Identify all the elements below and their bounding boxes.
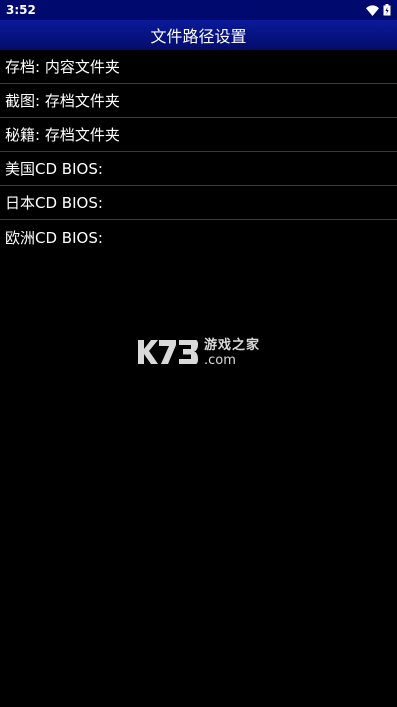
list-item-label: 秘籍: 存档文件夹: [5, 126, 120, 144]
list-item-screenshot-path[interactable]: 截图: 存档文件夹: [0, 84, 397, 118]
settings-list: 存档: 内容文件夹 截图: 存档文件夹 秘籍: 存档文件夹 美国CD BIOS:…: [0, 50, 397, 254]
list-item-savefile-path[interactable]: 存档: 内容文件夹: [0, 50, 397, 84]
watermark-line1: 游戏之家: [204, 338, 261, 353]
list-item-label: 截图: 存档文件夹: [5, 92, 120, 110]
list-item-label: 欧洲CD BIOS:: [5, 228, 103, 247]
status-time: 3:52: [6, 3, 36, 17]
watermark-line2: .com: [204, 353, 236, 368]
wifi-icon: [366, 4, 379, 16]
watermark-text: 游戏之家 .com: [204, 338, 260, 367]
status-icons: [366, 4, 391, 16]
list-item-eu-cd-bios[interactable]: 欧洲CD BIOS:: [0, 220, 397, 254]
list-item-label: 存档: 内容文件夹: [5, 58, 120, 76]
title-bar: 文件路径设置: [0, 20, 397, 50]
watermark: 游戏之家 .com: [136, 337, 260, 367]
list-item-label: 美国CD BIOS:: [5, 160, 103, 178]
list-item-us-cd-bios[interactable]: 美国CD BIOS:: [0, 152, 397, 186]
watermark-logo: [138, 340, 199, 364]
battery-icon: [383, 4, 391, 16]
list-item-jp-cd-bios[interactable]: 日本CD BIOS:: [0, 186, 397, 220]
status-bar: 3:52: [0, 0, 397, 20]
list-item-cheats-path[interactable]: 秘籍: 存档文件夹: [0, 118, 397, 152]
app-window: 3:52 文件路径设置 存档: 内容文件夹 截图: 存档文件夹 秘籍: 存档文件…: [0, 0, 397, 707]
list-item-label: 日本CD BIOS:: [5, 194, 103, 212]
page-title: 文件路径设置: [150, 27, 247, 46]
